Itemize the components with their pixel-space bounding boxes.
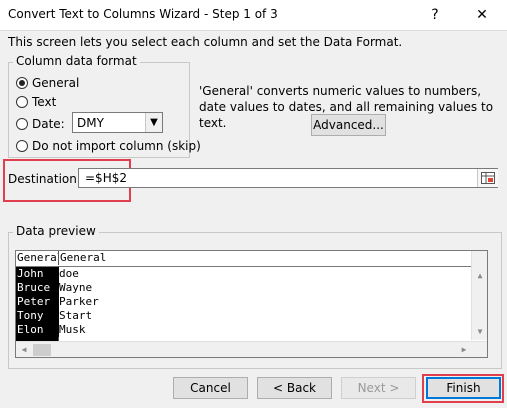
scroll-down-icon[interactable]: ▼: [472, 327, 487, 336]
radio-date[interactable]: Date:: [16, 117, 65, 131]
preview-cell: Wayne: [59, 281, 93, 294]
horizontal-scrollbar[interactable]: ◀ ▶: [16, 341, 487, 357]
title-bar: Convert Text to Columns Wizard - Step 1 …: [0, 0, 507, 31]
finish-button[interactable]: Finish: [426, 377, 501, 399]
preview-header-col2[interactable]: General: [58, 251, 106, 265]
radio-text[interactable]: Text: [16, 95, 56, 109]
preview-header-col1[interactable]: General: [16, 251, 59, 265]
next-label: Next >: [357, 381, 400, 395]
radio-text-indicator[interactable]: [16, 96, 28, 108]
collapse-dialog-button[interactable]: [477, 169, 498, 187]
range-selector-icon: [481, 172, 495, 184]
preview-cell: Tony: [16, 309, 59, 323]
preview-cell: Peter: [16, 295, 59, 309]
scroll-left-icon[interactable]: ◀: [16, 345, 32, 354]
cancel-label: Cancel: [190, 381, 231, 395]
scroll-up-icon[interactable]: ▲: [472, 271, 487, 280]
cancel-button[interactable]: Cancel: [173, 377, 248, 399]
close-button[interactable]: ✕: [462, 2, 502, 28]
destination-label: Destination:: [8, 172, 81, 186]
radio-general-label: General: [32, 76, 80, 90]
preview-header-row: General General: [16, 251, 471, 267]
back-label: < Back: [272, 381, 316, 395]
advanced-label: Advanced...: [313, 118, 384, 132]
preview-cell: Parker: [59, 295, 99, 308]
chevron-down-icon[interactable]: ▼: [145, 113, 162, 132]
radio-skip[interactable]: Do not import column (skip): [16, 139, 201, 153]
preview-cell: John: [16, 267, 59, 281]
preview-cell: Musk: [59, 323, 86, 336]
intro-text: This screen lets you select each column …: [8, 35, 403, 49]
destination-input[interactable]: =$H$2: [78, 168, 498, 188]
window-title: Convert Text to Columns Wizard - Step 1 …: [8, 7, 278, 21]
date-format-value: DMY: [77, 115, 104, 130]
preview-cell: doe: [59, 267, 79, 280]
next-button[interactable]: Next >: [341, 377, 416, 399]
data-preview-legend: Data preview: [13, 224, 99, 238]
data-preview-grid[interactable]: General General John doe Bruce Wayne Pet…: [15, 250, 488, 358]
radio-skip-label: Do not import column (skip): [32, 139, 201, 153]
back-button[interactable]: < Back: [257, 377, 332, 399]
date-format-select[interactable]: DMY ▼: [72, 112, 163, 133]
scroll-right-icon[interactable]: ▶: [456, 345, 472, 354]
help-button[interactable]: ?: [415, 2, 455, 28]
destination-value: =$H$2: [85, 171, 127, 185]
help-icon: ?: [431, 7, 439, 23]
horizontal-scroll-thumb[interactable]: [33, 344, 51, 356]
advanced-button[interactable]: Advanced...: [311, 114, 386, 136]
finish-label: Finish: [446, 381, 481, 395]
radio-general-indicator[interactable]: [16, 77, 28, 89]
preview-cell: Start: [59, 309, 93, 322]
radio-skip-indicator[interactable]: [16, 140, 28, 152]
radio-general[interactable]: General: [16, 76, 79, 90]
column-format-legend: Column data format: [13, 54, 140, 68]
vertical-scrollbar[interactable]: ▲ ▼: [471, 251, 487, 340]
radio-text-label: Text: [32, 95, 57, 109]
preview-cell: Elon: [16, 323, 59, 337]
radio-date-label: Date:: [32, 117, 65, 131]
radio-date-indicator[interactable]: [16, 118, 28, 130]
close-icon: ✕: [476, 7, 488, 23]
preview-cell: Bruce: [16, 281, 59, 295]
